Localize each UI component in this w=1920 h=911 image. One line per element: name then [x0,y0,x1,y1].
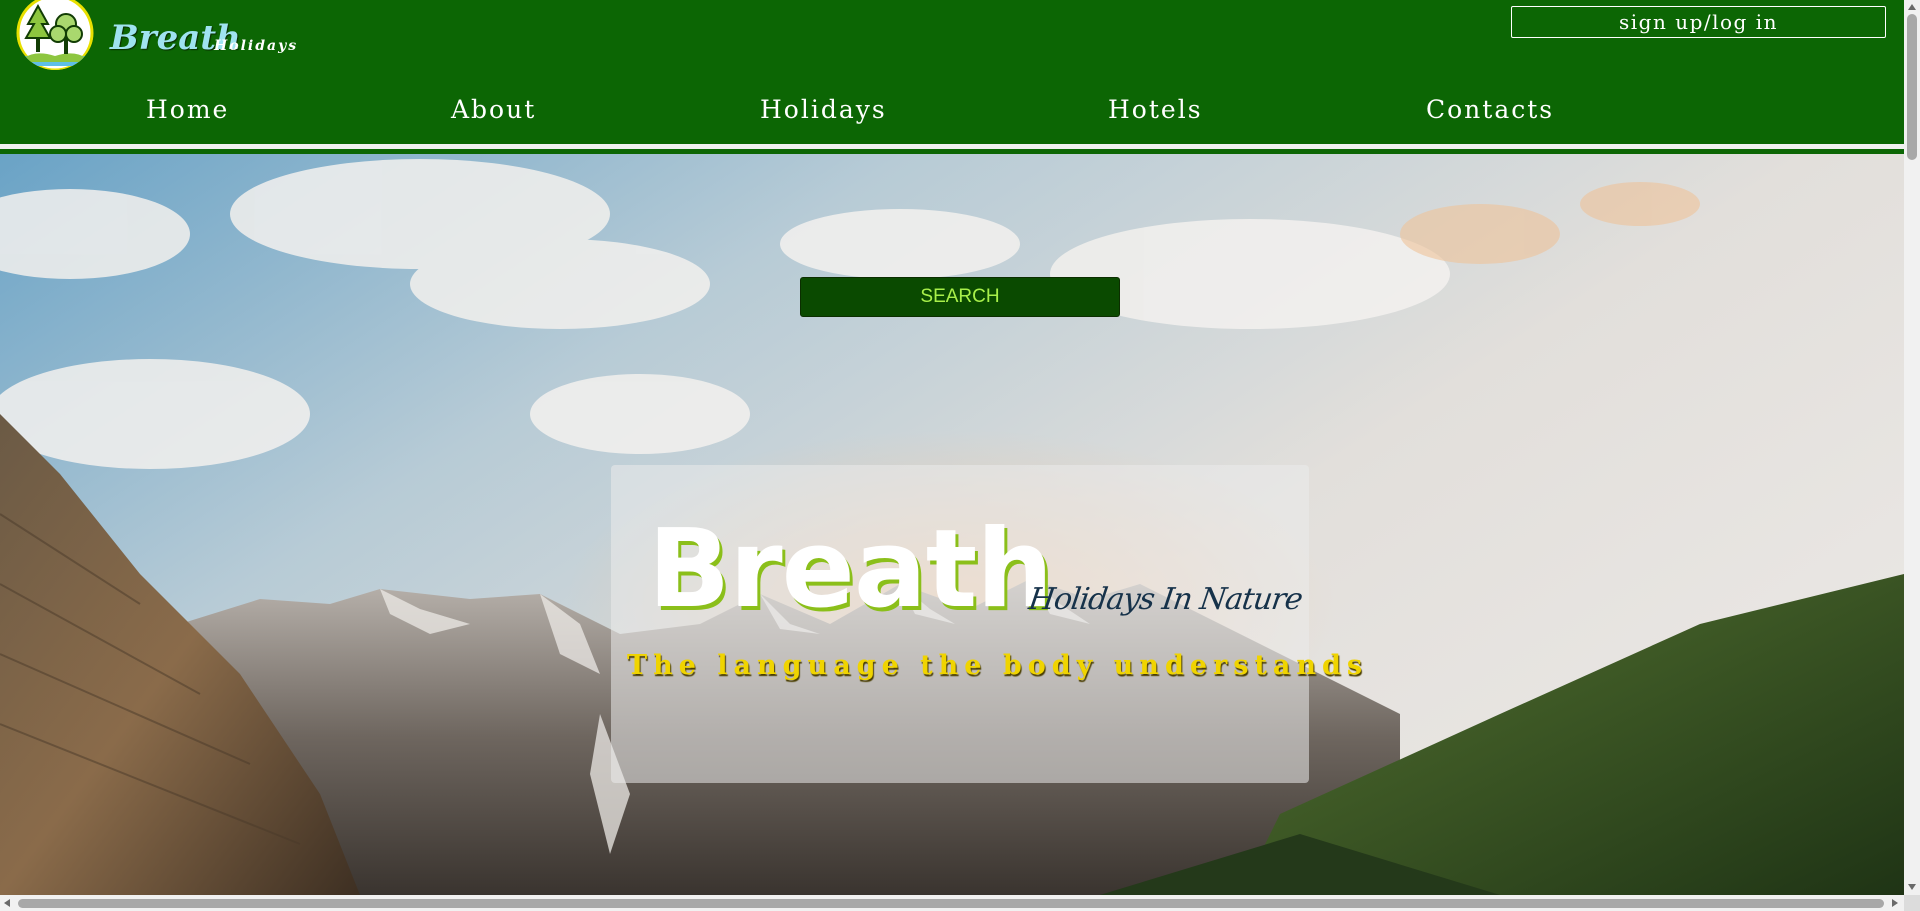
hero-section: SEARCH Breath Holidays In Nature The lan… [0,154,1904,895]
hero-title: Breath [648,507,1053,632]
scroll-up-arrow-icon[interactable] [1908,4,1916,10]
nav-about[interactable]: About [451,92,536,128]
trees-logo-icon[interactable] [16,0,94,70]
nav-hotels[interactable]: Hotels [1108,92,1203,128]
vertical-scrollbar[interactable] [1904,0,1920,895]
site-header: Breath Holidays sign up/log in Home Abou… [0,0,1904,149]
nav-holidays[interactable]: Holidays [760,92,887,128]
scroll-right-arrow-icon[interactable] [1892,899,1898,907]
search-button[interactable]: SEARCH [800,277,1120,317]
hero-tagline: The language the body understands [627,650,1369,681]
horizontal-scrollbar-thumb[interactable] [18,899,1884,908]
scroll-down-arrow-icon[interactable] [1908,884,1916,890]
horizontal-scrollbar[interactable] [0,895,1904,911]
vertical-scrollbar-thumb[interactable] [1907,14,1917,160]
nav-home[interactable]: Home [146,92,229,128]
scrollbar-corner [1904,895,1920,911]
brand-subtitle: Holidays [214,38,299,54]
scroll-left-arrow-icon[interactable] [4,899,10,907]
hero-subtitle: Holidays In Nature [1026,582,1305,617]
sign-up-login-button[interactable]: sign up/log in [1511,6,1886,38]
nav-contacts[interactable]: Contacts [1426,92,1554,128]
